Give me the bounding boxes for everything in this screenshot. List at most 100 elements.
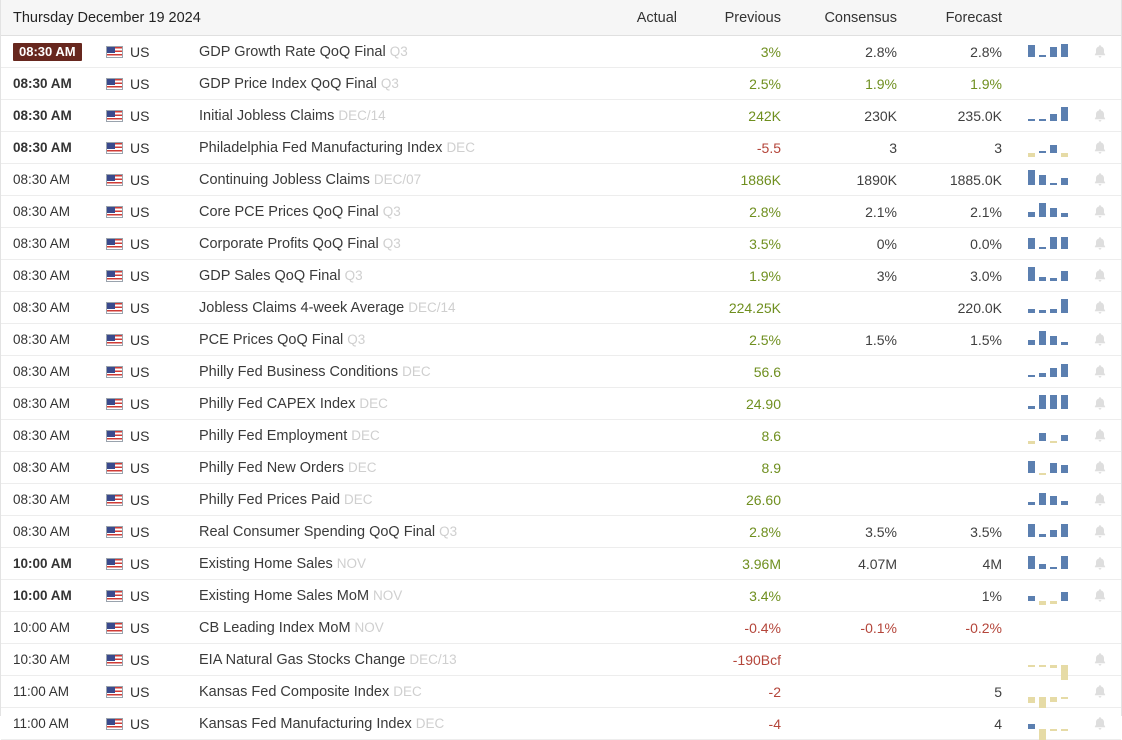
- sparkline-chart[interactable]: [1017, 521, 1079, 543]
- alert-cell[interactable]: [1079, 492, 1121, 508]
- sparkline-chart[interactable]: [1017, 553, 1079, 575]
- event-name[interactable]: Philly Fed Employment DEC: [199, 428, 599, 444]
- sparkline-chart[interactable]: [1017, 201, 1079, 223]
- event-name[interactable]: Existing Home Sales MoM NOV: [199, 588, 599, 604]
- bell-icon[interactable]: [1093, 140, 1107, 156]
- alert-cell[interactable]: [1079, 172, 1121, 188]
- sparkline-chart[interactable]: [1017, 649, 1079, 680]
- event-name[interactable]: Initial Jobless Claims DEC/14: [199, 108, 599, 124]
- country-cell[interactable]: US: [106, 396, 199, 412]
- table-row[interactable]: 08:30 AM US Philly Fed Business Conditions…: [1, 356, 1121, 388]
- country-cell[interactable]: US: [106, 76, 199, 92]
- column-header-actual[interactable]: Actual: [599, 10, 683, 26]
- bell-icon[interactable]: [1093, 684, 1107, 700]
- table-row[interactable]: 08:30 AM US GDP Sales QoQ Final Q3 1.9% 3% 3.0…: [1, 260, 1121, 292]
- event-name[interactable]: CB Leading Index MoM NOV: [199, 620, 599, 636]
- column-header-previous[interactable]: Previous: [683, 10, 791, 26]
- event-name[interactable]: Jobless Claims 4-week Average DEC/14: [199, 300, 599, 316]
- event-name[interactable]: Kansas Fed Manufacturing Index DEC: [199, 716, 599, 732]
- column-header-consensus[interactable]: Consensus: [791, 10, 907, 26]
- country-cell[interactable]: US: [106, 460, 199, 476]
- sparkline-chart[interactable]: [1017, 137, 1079, 159]
- country-cell[interactable]: US: [106, 44, 199, 60]
- country-cell[interactable]: US: [106, 332, 199, 348]
- bell-icon[interactable]: [1093, 204, 1107, 220]
- event-name[interactable]: GDP Price Index QoQ Final Q3: [199, 76, 599, 92]
- table-row[interactable]: 08:30 AM US Continuing Jobless Claims DEC/0…: [1, 164, 1121, 196]
- sparkline-chart[interactable]: [1017, 457, 1079, 479]
- table-row[interactable]: 10:00 AM US CB Leading Index MoM NOV -0.4% -0…: [1, 612, 1121, 644]
- alert-cell[interactable]: [1079, 332, 1121, 348]
- bell-icon[interactable]: [1093, 652, 1107, 668]
- event-name[interactable]: Philly Fed New Orders DEC: [199, 460, 599, 476]
- country-cell[interactable]: US: [106, 428, 199, 444]
- event-name[interactable]: Philly Fed CAPEX Index DEC: [199, 396, 599, 412]
- alert-cell[interactable]: [1079, 204, 1121, 220]
- sparkline-chart[interactable]: [1017, 41, 1079, 63]
- table-row[interactable]: 08:30 AM US GDP Growth Rate QoQ Final Q3 3% 2…: [1, 36, 1121, 68]
- event-name[interactable]: Kansas Fed Composite Index DEC: [199, 684, 599, 700]
- table-row[interactable]: 08:30 AM US Philly Fed CAPEX Index DEC 24.90: [1, 388, 1121, 420]
- country-cell[interactable]: US: [106, 204, 199, 220]
- alert-cell[interactable]: [1079, 236, 1121, 252]
- bell-icon[interactable]: [1093, 300, 1107, 316]
- alert-cell[interactable]: [1079, 684, 1121, 700]
- alert-cell[interactable]: [1079, 44, 1121, 60]
- bell-icon[interactable]: [1093, 588, 1107, 604]
- event-name[interactable]: Real Consumer Spending QoQ Final Q3: [199, 524, 599, 540]
- sparkline-chart[interactable]: [1017, 329, 1079, 351]
- country-cell[interactable]: US: [106, 556, 199, 572]
- table-row[interactable]: 08:30 AM US Philly Fed New Orders DEC 8.9: [1, 452, 1121, 484]
- table-row[interactable]: 08:30 AM US GDP Price Index QoQ Final Q3 2.5…: [1, 68, 1121, 100]
- table-row[interactable]: 11:00 AM US Kansas Fed Composite Index DEC -…: [1, 676, 1121, 708]
- bell-icon[interactable]: [1093, 364, 1107, 380]
- country-cell[interactable]: US: [106, 716, 199, 732]
- country-cell[interactable]: US: [106, 140, 199, 156]
- country-cell[interactable]: US: [106, 524, 199, 540]
- sparkline-chart[interactable]: [1017, 169, 1079, 191]
- country-cell[interactable]: US: [106, 588, 199, 604]
- alert-cell[interactable]: [1079, 556, 1121, 572]
- sparkline-chart[interactable]: [1017, 393, 1079, 415]
- bell-icon[interactable]: [1093, 396, 1107, 412]
- alert-cell[interactable]: [1079, 268, 1121, 284]
- table-row[interactable]: 08:30 AM US Corporate Profits QoQ Final Q3 3…: [1, 228, 1121, 260]
- sparkline-chart[interactable]: [1017, 425, 1079, 447]
- table-row[interactable]: 10:00 AM US Existing Home Sales NOV 3.96M 4.0…: [1, 548, 1121, 580]
- event-name[interactable]: Core PCE Prices QoQ Final Q3: [199, 204, 599, 220]
- country-cell[interactable]: US: [106, 492, 199, 508]
- table-row[interactable]: 10:00 AM US Existing Home Sales MoM NOV 3.4%…: [1, 580, 1121, 612]
- alert-cell[interactable]: [1079, 588, 1121, 604]
- country-cell[interactable]: US: [106, 620, 199, 636]
- table-row[interactable]: 08:30 AM US Core PCE Prices QoQ Final Q3 2.8…: [1, 196, 1121, 228]
- bell-icon[interactable]: [1093, 460, 1107, 476]
- country-cell[interactable]: US: [106, 300, 199, 316]
- bell-icon[interactable]: [1093, 172, 1107, 188]
- sparkline-chart[interactable]: [1017, 489, 1079, 511]
- bell-icon[interactable]: [1093, 428, 1107, 444]
- table-row[interactable]: 08:30 AM US Philadelphia Fed Manufacturing…: [1, 132, 1121, 164]
- sparkline-chart[interactable]: [1017, 105, 1079, 127]
- event-name[interactable]: GDP Growth Rate QoQ Final Q3: [199, 44, 599, 60]
- event-name[interactable]: Corporate Profits QoQ Final Q3: [199, 236, 599, 252]
- sparkline-chart[interactable]: [1017, 681, 1079, 708]
- alert-cell[interactable]: [1079, 396, 1121, 412]
- table-row[interactable]: 08:30 AM US PCE Prices QoQ Final Q3 2.5% 1.5%…: [1, 324, 1121, 356]
- column-header-forecast[interactable]: Forecast: [907, 10, 1017, 26]
- sparkline-chart[interactable]: [1017, 265, 1079, 287]
- alert-cell[interactable]: [1079, 524, 1121, 540]
- bell-icon[interactable]: [1093, 524, 1107, 540]
- bell-icon[interactable]: [1093, 492, 1107, 508]
- country-cell[interactable]: US: [106, 652, 199, 668]
- event-name[interactable]: Continuing Jobless Claims DEC/07: [199, 172, 599, 188]
- table-row[interactable]: 08:30 AM US Philly Fed Prices Paid DEC 26.60: [1, 484, 1121, 516]
- event-name[interactable]: EIA Natural Gas Stocks Change DEC/13: [199, 652, 599, 668]
- sparkline-chart[interactable]: [1017, 233, 1079, 255]
- alert-cell[interactable]: [1079, 364, 1121, 380]
- bell-icon[interactable]: [1093, 556, 1107, 572]
- alert-cell[interactable]: [1079, 140, 1121, 156]
- sparkline-chart[interactable]: [1017, 585, 1079, 607]
- alert-cell[interactable]: [1079, 460, 1121, 476]
- alert-cell[interactable]: [1079, 716, 1121, 732]
- bell-icon[interactable]: [1093, 108, 1107, 124]
